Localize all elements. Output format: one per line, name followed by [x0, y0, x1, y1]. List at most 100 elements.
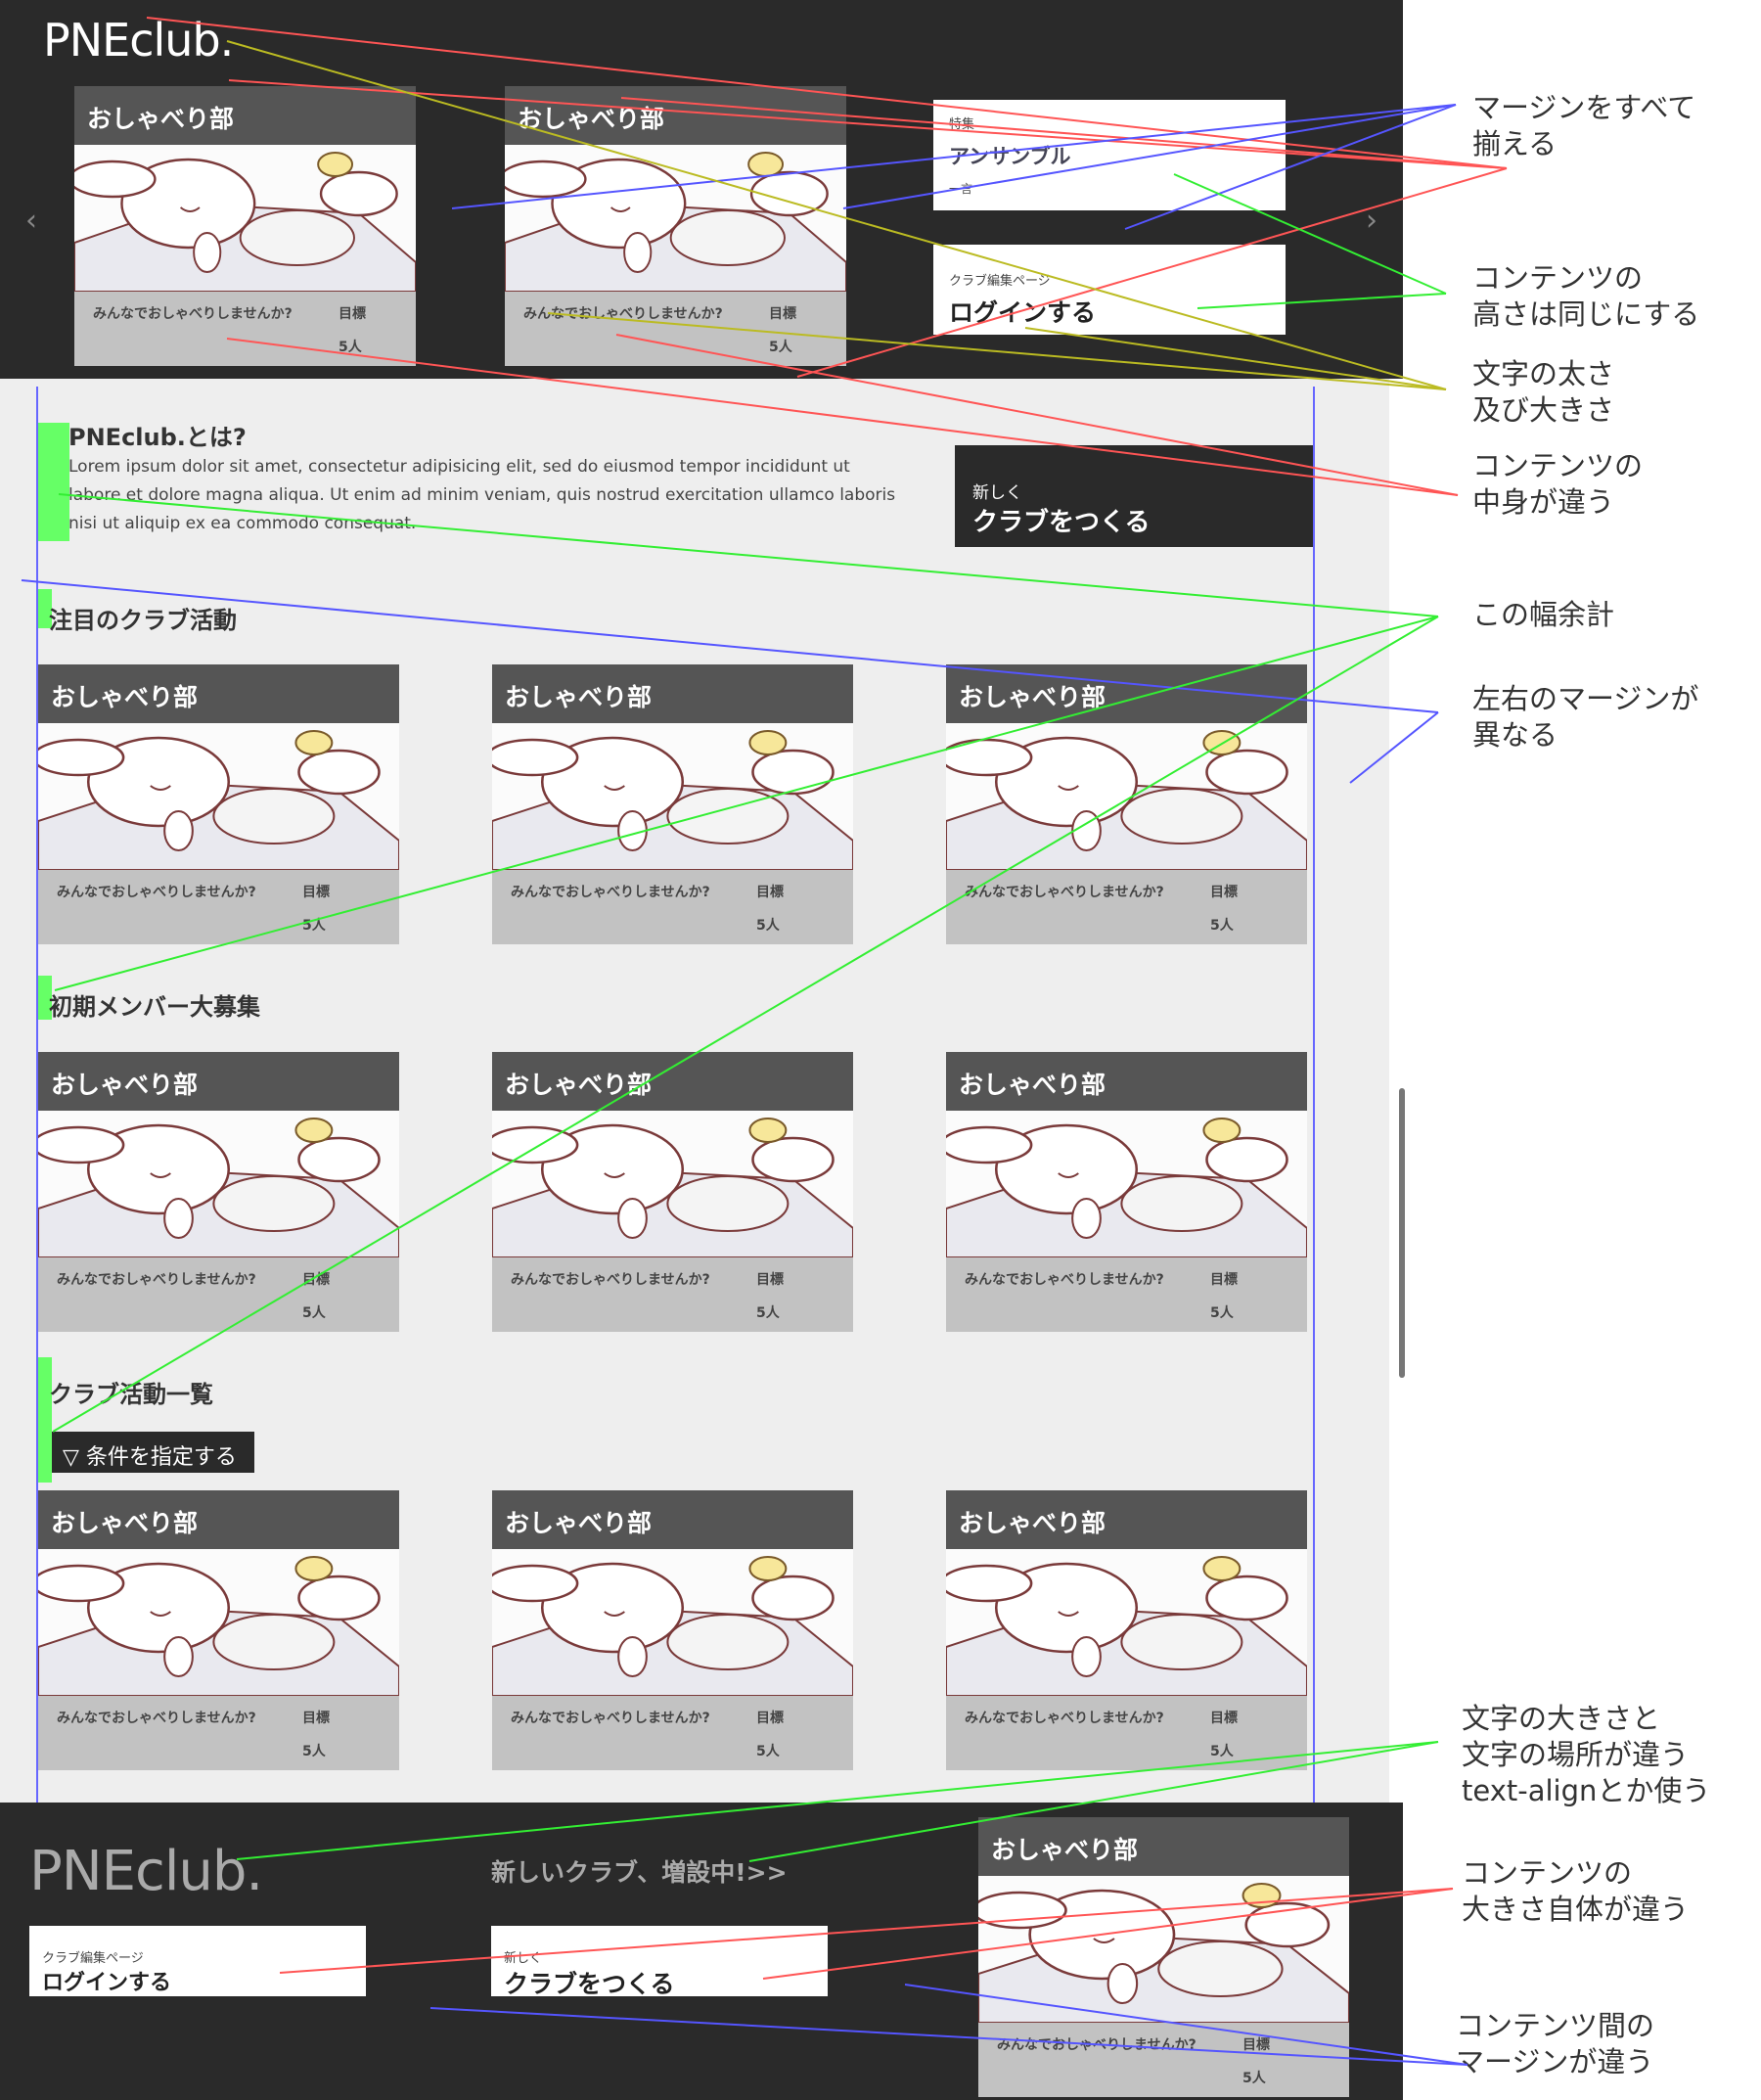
carousel-next-arrow[interactable]: ›	[1366, 204, 1377, 238]
footer-logo[interactable]: PNEclub.	[29, 1840, 263, 1903]
illus-plate	[212, 788, 336, 845]
annotation-note: マージンをすべて 揃える	[1472, 91, 1696, 160]
card-members: 5人	[1210, 1305, 1234, 1321]
illus-chick	[1202, 1118, 1242, 1143]
scrollbar-thumb[interactable]	[1399, 1088, 1405, 1378]
illus-arm	[749, 170, 829, 217]
create-club-button[interactable]: 新しく クラブをつくる	[955, 445, 1313, 547]
illus-hand	[617, 810, 648, 851]
club-card[interactable]: おしゃべり部みんなでおしゃべりしませんか? 目標 5人	[492, 1490, 853, 1770]
login-label: クラブ編集ページ	[949, 274, 1051, 289]
club-card[interactable]: おしゃべり部 みんなでおしゃべりしませんか? 目標 5人	[492, 1052, 853, 1332]
carousel-prev-arrow[interactable]: ‹	[25, 204, 37, 238]
footer-create-label: 新しく	[504, 1951, 543, 1966]
card-footer: みんなでおしゃべりしませんか? 目標 5人	[505, 292, 846, 366]
illus-ear	[38, 738, 125, 777]
card-title: おしゃべり部	[492, 1490, 853, 1549]
card-members: 5人	[1210, 1744, 1234, 1759]
club-card[interactable]: おしゃべり部 みんなでおしゃべりしませんか? 目標 5人	[492, 664, 853, 944]
club-card[interactable]: おしゃべり部 みんなでおしゃべりしませんか? 目標 5人	[978, 1817, 1349, 2099]
club-card[interactable]: おしゃべり部 みんなでおしゃべりしませんか? 目標 5人	[38, 664, 399, 944]
illus-ear	[492, 1564, 579, 1603]
annotation-note: この幅余計	[1472, 598, 1615, 631]
card-footer: みんなでおしゃべりしませんか? 目標 5人	[38, 1696, 399, 1770]
club-card[interactable]: おしゃべり部みんなでおしゃべりしませんか? 目標 5人	[946, 1490, 1307, 1770]
footer-login-title: ログインする	[42, 1971, 172, 1995]
footer-login-panel[interactable]: クラブ編集ページ ログインする	[29, 1926, 366, 1996]
illus-plate	[1120, 1614, 1243, 1670]
illus-arm	[297, 749, 381, 796]
club-card[interactable]: おしゃべり部 みんなでおしゃべりしませんか? 目標 5人	[38, 1490, 399, 1770]
illus-ear	[946, 1564, 1033, 1603]
card-footer: みんなでおしゃべりしませんか? 目標 5人	[492, 1696, 853, 1770]
illus-ear	[492, 738, 579, 777]
header-logo[interactable]: PNEclub.	[43, 14, 234, 67]
card-footer: みんなでおしゃべりしませんか? 目標 5人	[492, 870, 853, 944]
main-content: PNEclub.とは? Lorem ipsum dolor sit amet, …	[0, 379, 1389, 1803]
card-footer: みんなでおしゃべりしませんか? 目標 5人	[74, 292, 416, 366]
club-card[interactable]: おしゃべり部 みんなでおしゃべりしませんか? 目標 5人	[74, 86, 416, 366]
club-card[interactable]: おしゃべり部 みんなでおしゃべりしませんか? 目標 5人	[946, 664, 1307, 944]
header: PNEclub. ‹ › おしゃべり部みんなでおしゃべりしませんか? 目標 5人 お…	[0, 0, 1403, 379]
card-illustration	[492, 1549, 853, 1696]
club-card[interactable]: おしゃべり部みんなでおしゃべりしませんか? 目標 5人	[505, 86, 846, 366]
card-description: みんなでおしゃべりしませんか?	[511, 1711, 710, 1726]
illus-ear	[38, 1125, 125, 1164]
club-card[interactable]: おしゃべり部 みんなでおしゃべりしませんか? 目標 5人	[38, 1052, 399, 1332]
annotation-note: コンテンツ間の マージンが違う	[1456, 2009, 1655, 2078]
card-goal-label: 目標	[302, 885, 330, 900]
card-description: みんなでおしゃべりしませんか?	[57, 885, 256, 900]
card-goal-label: 目標	[1210, 1711, 1238, 1726]
illus-chick	[317, 152, 354, 177]
illus-hand	[193, 232, 222, 273]
footer-create-panel[interactable]: 新しく クラブをつくる	[491, 1926, 828, 1998]
login-title: ログインする	[949, 298, 1097, 327]
filter-button[interactable]: ▽ 条件を指定する	[52, 1432, 254, 1473]
illus-arm	[751, 1136, 835, 1183]
club-card[interactable]: おしゃべり部 みんなでおしゃべりしませんか? 目標 5人	[946, 1052, 1307, 1332]
feature-panel[interactable]: 特集 アンサンブル 一言	[933, 100, 1286, 210]
illus-hand	[623, 232, 653, 273]
card-members: 5人	[302, 1305, 326, 1321]
card-goal-label: 目標	[756, 885, 784, 900]
illus-hand	[1071, 810, 1102, 851]
card-footer: みんなでおしゃべりしませんか? 目標 5人	[946, 1696, 1307, 1770]
footer-login-label: クラブ編集ページ	[42, 1951, 144, 1966]
card-description: みんなでおしゃべりしませんか?	[965, 1711, 1164, 1726]
illus-chick	[294, 1118, 334, 1143]
illus-arm	[751, 749, 835, 796]
illus-ear	[492, 1125, 579, 1164]
page: PNEclub. ‹ › おしゃべり部 みんなでおしゃべりしませんか? 目標 5人 お…	[0, 0, 1761, 2100]
card-illustration	[74, 145, 416, 292]
illus-arm	[1205, 1136, 1288, 1183]
card-goal-label: 目標	[1210, 885, 1238, 900]
illus-plate	[666, 1614, 790, 1670]
card-goal-label: 目標	[302, 1711, 330, 1726]
illus-arm	[751, 1575, 835, 1621]
illus-plate	[212, 1614, 336, 1670]
card-title: おしゃべり部	[38, 1052, 399, 1111]
card-title: おしゃべり部	[946, 1052, 1307, 1111]
login-panel[interactable]: クラブ編集ページ ログインする	[933, 245, 1286, 335]
illus-hand	[617, 1636, 648, 1677]
card-description: みんなでおしゃべりしませんか?	[93, 306, 293, 322]
card-description: みんなでおしゃべりしませんか?	[511, 885, 710, 900]
annotation-note: 左右のマージンが 異なる	[1472, 682, 1699, 752]
illus-plate	[1157, 1940, 1284, 1997]
footer-promo-link[interactable]: 新しいクラブ、増設中!>>	[491, 1853, 788, 1889]
illus-arm	[1205, 1575, 1288, 1621]
card-title: おしゃべり部	[946, 1490, 1307, 1549]
illus-plate	[1120, 788, 1243, 845]
illus-arm	[1244, 1901, 1331, 1948]
illus-ear	[38, 1564, 125, 1603]
card-members: 5人	[756, 1744, 780, 1759]
card-title: おしゃべり部	[505, 86, 846, 145]
illus-plate	[212, 1175, 336, 1232]
create-club-small: 新しく	[972, 483, 1022, 503]
card-description: みんなでおしゃべりしませんか?	[511, 1272, 710, 1288]
card-members: 5人	[1210, 918, 1234, 934]
card-footer: みんなでおしゃべりしませんか? 目標 5人	[978, 2023, 1349, 2097]
card-goal-label: 目標	[339, 306, 366, 322]
card-illustration	[946, 723, 1307, 870]
illus-chick	[748, 1556, 788, 1581]
